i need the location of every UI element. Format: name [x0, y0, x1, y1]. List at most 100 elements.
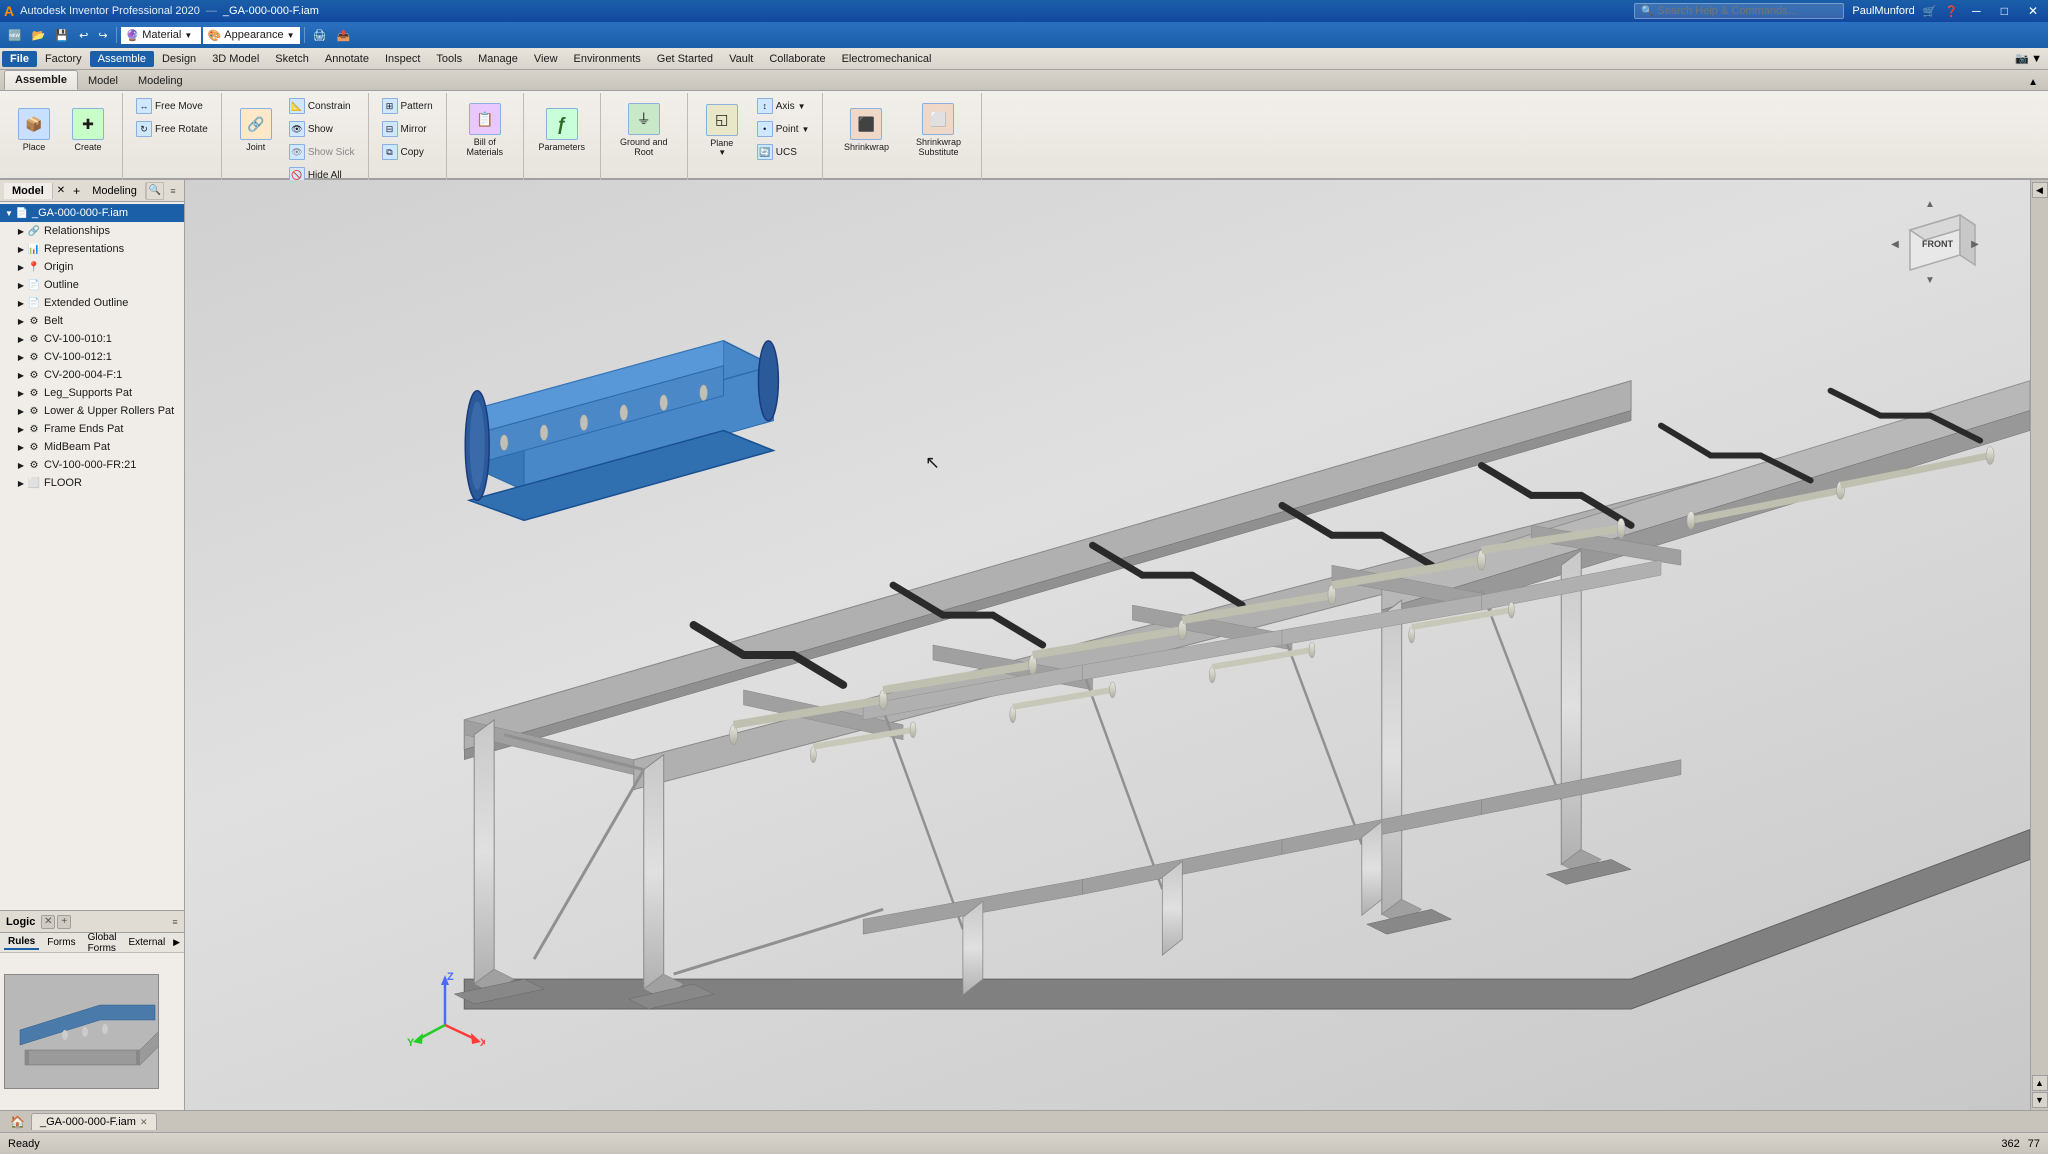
tree-item-frame-ends[interactable]: ▶ ⚙ Frame Ends Pat — [0, 420, 184, 438]
search-input[interactable] — [1657, 5, 1837, 17]
collapse-ribbon-btn[interactable]: ▲ — [2022, 75, 2044, 90]
menu-assemble[interactable]: Assemble — [90, 51, 154, 67]
logic-tab-rules[interactable]: Rules — [4, 935, 39, 950]
menu-environments[interactable]: Environments — [566, 51, 649, 67]
help-icon[interactable]: ❓ — [1944, 5, 1958, 18]
save-button[interactable]: 💾 — [51, 27, 73, 44]
window-maximize[interactable]: □ — [1995, 4, 2014, 18]
menu-inspect[interactable]: Inspect — [377, 51, 428, 67]
ucs-button[interactable]: 🔄 UCS — [752, 141, 815, 163]
strip-expand-btn[interactable]: ◀ — [2032, 182, 2048, 198]
logic-tab-forms[interactable]: Forms — [43, 936, 79, 949]
tree-item-lower-upper[interactable]: ▶ ⚙ Lower & Upper Rollers Pat — [0, 402, 184, 420]
logic-tab-more[interactable]: ▶ — [173, 937, 180, 948]
menu-design[interactable]: Design — [154, 51, 204, 67]
place-button[interactable]: 📦 Place — [8, 95, 60, 165]
plane-button[interactable]: ◱ Plane ▼ — [696, 95, 748, 165]
joint-button[interactable]: 🔗 Joint — [230, 95, 282, 165]
menu-manage[interactable]: Manage — [470, 51, 526, 67]
strip-scroll-down[interactable]: ▼ — [2032, 1092, 2048, 1108]
parameters-button[interactable]: ƒ Parameters — [532, 95, 592, 165]
tree-item-midbeam[interactable]: ▶ ⚙ MidBeam Pat — [0, 438, 184, 456]
panel-tab-add[interactable]: + — [69, 184, 84, 198]
logic-title: Logic — [2, 916, 39, 928]
menu-view[interactable]: View — [526, 51, 566, 67]
shrinkwrap-sub-button[interactable]: ⬜ ShrinkwrapSubstitute — [903, 95, 973, 165]
menu-factory[interactable]: Factory — [37, 51, 90, 67]
menu-file[interactable]: File — [2, 51, 37, 67]
show-button[interactable]: 👁 Show — [284, 118, 360, 140]
panel-menu-btn[interactable]: ≡ — [166, 184, 180, 198]
create-button[interactable]: ✚ Create — [62, 95, 114, 165]
tab-model[interactable]: Model — [78, 72, 128, 90]
logic-menu-btn[interactable]: ≡ — [168, 915, 182, 929]
menu-annotate[interactable]: Annotate — [317, 51, 377, 67]
strip-scroll-up[interactable]: ▲ — [2032, 1075, 2048, 1091]
logic-tab-external[interactable]: External — [124, 936, 169, 949]
tree-item-relationships[interactable]: ▶ 🔗 Relationships — [0, 222, 184, 240]
doc-tab-main[interactable]: _GA-000-000-F.iam ✕ — [31, 1113, 157, 1130]
tree-item-extended-outline[interactable]: ▶ 📄 Extended Outline — [0, 294, 184, 312]
3d-viewport[interactable]: ↖ FRONT ▲ ▼ ◀ ▶ — [185, 180, 2030, 1110]
open-button[interactable]: 📂 — [28, 27, 50, 44]
search-box[interactable]: 🔍 — [1634, 3, 1844, 19]
panel-tab-close-x[interactable]: ✕ — [53, 185, 69, 196]
viewcube[interactable]: FRONT ▲ ▼ ◀ ▶ — [1890, 195, 1980, 285]
undo-button[interactable]: ↩ — [75, 27, 92, 44]
window-close[interactable]: ✕ — [2022, 4, 2044, 18]
svg-text:↖: ↖ — [925, 452, 940, 472]
menu-sketch[interactable]: Sketch — [267, 51, 317, 67]
logic-close-btn[interactable]: ✕ — [41, 915, 55, 929]
tree-item-cv100012[interactable]: ▶ ⚙ CV-100-012:1 — [0, 348, 184, 366]
tree-item-origin[interactable]: ▶ 📍 Origin — [0, 258, 184, 276]
ucs-icon: 🔄 — [757, 144, 773, 160]
cart-icon[interactable]: 🛒 — [1923, 5, 1937, 18]
tree-item-floor[interactable]: ▶ ⬜ FLOOR — [0, 474, 184, 492]
tree-item-cv100010[interactable]: ▶ ⚙ CV-100-010:1 — [0, 330, 184, 348]
shrinkwrap-button[interactable]: ⬛ Shrinkwrap — [831, 95, 901, 165]
tab-modeling[interactable]: Modeling — [128, 72, 193, 90]
menu-getstarted[interactable]: Get Started — [649, 51, 721, 67]
menu-vault[interactable]: Vault — [721, 51, 761, 67]
free-move-button[interactable]: ↔ Free Move — [131, 95, 213, 117]
show-sick-button[interactable]: 👁 Show Sick — [284, 141, 360, 163]
panel-search-btn[interactable]: 🔍 — [146, 182, 164, 200]
material-combo[interactable]: 🔮 Material ▼ — [121, 27, 201, 44]
constrain-button[interactable]: 📐 Constrain — [284, 95, 360, 117]
pattern-button[interactable]: ⊞ Pattern — [377, 95, 438, 117]
ground-root-button[interactable]: ⏚ Ground andRoot — [609, 95, 679, 165]
print-btn[interactable]: 🖨 — [309, 27, 331, 44]
tree-item-cv200004[interactable]: ▶ ⚙ CV-200-004-F:1 — [0, 366, 184, 384]
menu-collaborate[interactable]: Collaborate — [761, 51, 833, 67]
menu-tools[interactable]: Tools — [428, 51, 470, 67]
menu-3dmodel[interactable]: 3D Model — [204, 51, 267, 67]
doc-tab-close-btn[interactable]: ✕ — [140, 1117, 148, 1128]
logic-tab-global-forms[interactable]: Global Forms — [84, 931, 121, 955]
new-button[interactable]: 🆕 — [4, 27, 26, 44]
camera-combo[interactable]: 📷 ▼ — [2011, 52, 2046, 65]
mirror-button[interactable]: ⊟ Mirror — [377, 118, 438, 140]
point-button[interactable]: • Point ▼ — [752, 118, 815, 140]
tree-item-belt[interactable]: ▶ ⚙ Belt — [0, 312, 184, 330]
bom-button[interactable]: 📋 Bill ofMaterials — [455, 95, 515, 165]
tree-item-outline[interactable]: ▶ 📄 Outline — [0, 276, 184, 294]
panel-tab-model[interactable]: Model — [4, 183, 53, 199]
tree-item-representations[interactable]: ▶ 📊 Representations — [0, 240, 184, 258]
export-btn[interactable]: 📤 — [332, 27, 354, 44]
copy-button[interactable]: ⧉ Copy — [377, 141, 438, 163]
panel-tab-modeling[interactable]: Modeling — [84, 183, 146, 199]
tab-assemble[interactable]: Assemble — [4, 70, 78, 90]
window-minimize[interactable]: ─ — [1966, 4, 1987, 18]
home-icon[interactable]: 🏠 — [4, 1115, 31, 1129]
logic-add-btn[interactable]: + — [57, 915, 71, 929]
tree-item-root[interactable]: ▼ 📄 _GA-000-000-F.iam — [0, 204, 184, 222]
tree-item-cv100fr21[interactable]: ▶ ⚙ CV-100-000-FR:21 — [0, 456, 184, 474]
relationships-label: Relationships — [44, 225, 110, 237]
appearance-combo[interactable]: 🎨 Appearance ▼ — [203, 27, 300, 44]
tree-item-leg-supports[interactable]: ▶ ⚙ Leg_Supports Pat — [0, 384, 184, 402]
redo-button[interactable]: ↪ — [94, 27, 111, 44]
frame-ends-label: Frame Ends Pat — [44, 423, 123, 435]
menu-electromechanical[interactable]: Electromechanical — [834, 51, 940, 67]
free-rotate-button[interactable]: ↻ Free Rotate — [131, 118, 213, 140]
axis-button[interactable]: ↕ Axis ▼ — [752, 95, 815, 117]
